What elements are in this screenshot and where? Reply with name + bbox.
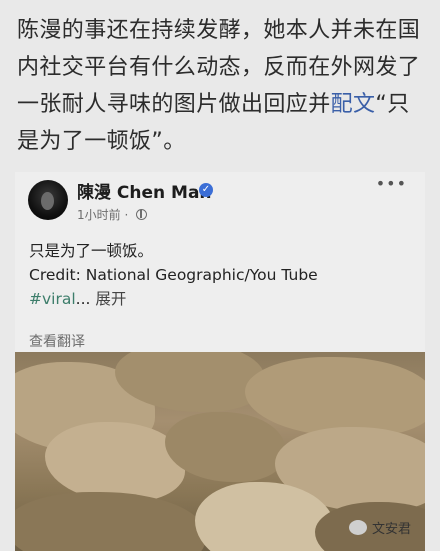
rock-shape [245,357,425,437]
globe-icon [136,209,147,220]
article-link[interactable]: 配文 [331,92,376,117]
post-hashtag-line: #viral... 展开 [29,287,318,311]
post-text: 只是为了一顿饭。 Credit: National Geographic/You… [29,239,318,311]
avatar[interactable] [28,180,68,220]
ellipsis: ... [75,290,91,308]
post-time[interactable]: 1小时前 · [77,206,128,223]
translate-link[interactable]: 查看翻译 [29,331,85,351]
more-options-button[interactable]: ••• [376,174,407,193]
post-credit: Credit: National Geographic/You Tube [29,266,318,284]
watermark-text: 文安君 [371,522,411,537]
post-line: 只是为了一顿饭。 [29,242,154,260]
verified-badge-icon: ✓ [199,183,213,197]
rock-shape [45,422,185,502]
article-paragraph: 陈漫的事还在持续发酵，她本人并未在国内社交平台有什么动态，反而在外网发了一张耐人… [17,12,427,160]
hashtag-link[interactable]: #viral [29,290,76,308]
wechat-logo-icon [348,520,367,535]
social-post-card: 陳漫 Chen Man ✓ 1小时前 · ••• 只是为了一顿饭。 Credit… [15,172,425,551]
author-name[interactable]: 陳漫 Chen Man [77,178,212,203]
watermark: 文安君 [348,518,411,537]
expand-button[interactable]: 展开 [95,290,126,308]
rock-shape [15,492,205,551]
